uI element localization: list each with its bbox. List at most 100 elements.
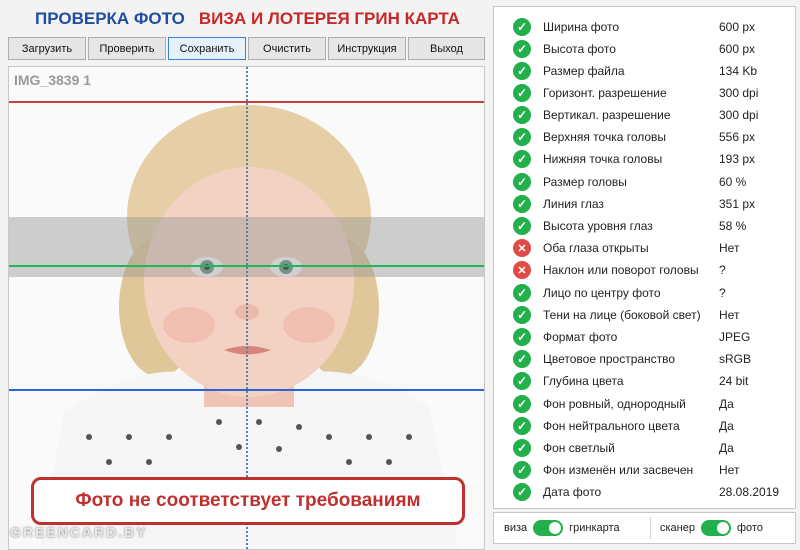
check-ok-icon: ✓ xyxy=(513,195,531,213)
check-label: Дата фото xyxy=(543,485,602,499)
toggle-label-photo: фото xyxy=(736,522,763,534)
check-row: ✓ Дата фото 28.08.2019 xyxy=(494,481,795,503)
scanner-photo-switch[interactable] xyxy=(700,520,731,536)
instructions-button[interactable]: Инструкция xyxy=(328,37,406,60)
check-value: 193 px xyxy=(719,152,756,166)
check-row: ✓ Тени на лице (боковой свет) Нет xyxy=(494,304,795,326)
check-row: ✕ Наклон или поворот головы? xyxy=(494,259,795,281)
check-label: Цветовое пространство xyxy=(543,352,676,366)
title-photo-check: ПРОВЕРКА ФОТО xyxy=(35,9,185,28)
check-row: ✓ Вертикал. разрешение 300 dpi xyxy=(494,104,795,126)
check-value: Да xyxy=(719,397,734,411)
check-label: Глубина цвета xyxy=(543,374,624,388)
check-label: Размер головы xyxy=(543,175,627,189)
check-label: Лицо по центру фото xyxy=(543,286,661,300)
check-ok-icon: ✓ xyxy=(513,173,531,191)
check-row: ✓ Размер головы 60 % xyxy=(494,171,795,193)
check-label: Верхняя точка головы xyxy=(543,130,667,144)
check-value: Да xyxy=(719,441,734,455)
check-row: ✓ Формат фото JPEG xyxy=(494,326,795,348)
check-row: ✓ Горизонт. разрешение 300 dpi xyxy=(494,82,795,104)
check-value: ? xyxy=(719,263,726,277)
switch-knob xyxy=(716,522,729,534)
check-value: 600 px xyxy=(719,20,756,34)
check-row: ✓ Высота фото 600 px xyxy=(494,38,795,60)
photo-file-name: IMG_3839 1 xyxy=(14,72,92,88)
check-row: ✓ Лицо по центру фото? xyxy=(494,282,795,304)
save-button[interactable]: Сохранить xyxy=(168,37,246,60)
photo-preview[interactable]: IMG_3839 1 Фото не соответствует требова… xyxy=(8,66,485,550)
check-row: ✓ Фон светлый Да xyxy=(494,437,795,459)
check-label: Высота уровня глаз xyxy=(543,219,653,233)
status-message: Фото не соответствует требованиям xyxy=(31,477,465,525)
check-label: Фон нейтрального цвета xyxy=(543,419,680,433)
check-label: Горизонт. разрешение xyxy=(543,86,667,100)
check-ok-icon: ✓ xyxy=(513,395,531,413)
title-visa-lottery: ВИЗА И ЛОТЕРЕЯ ГРИН КАРТА xyxy=(198,9,460,28)
check-value: Нет xyxy=(719,463,740,477)
check-ok-icon: ✓ xyxy=(513,483,531,501)
site-watermark: GREENCARD.BY xyxy=(10,524,148,540)
toolbar: Загрузить Проверить Сохранить Очистить И… xyxy=(8,37,485,60)
check-row: ✓ Нижняя точка головы 193 px xyxy=(494,148,795,170)
checks-list: ✓ Ширина фото 600 px ✓ Высота фото 600 px ✓ Р… xyxy=(493,6,796,509)
check-label: Наклон или поворот головы xyxy=(543,263,699,277)
exit-button[interactable]: Выход xyxy=(408,37,485,60)
check-row: ✓ Глубина цвета 24 bit xyxy=(494,370,795,392)
clear-button[interactable]: Очистить xyxy=(248,37,326,60)
check-value: 58 % xyxy=(719,219,747,233)
check-value: 60 % xyxy=(719,175,747,189)
check-row: ✓ Высота уровня глаз 58 % xyxy=(494,215,795,237)
load-button[interactable]: Загрузить xyxy=(8,37,86,60)
check-ok-icon: ✓ xyxy=(513,439,531,457)
toggle-label-scanner: сканер xyxy=(660,522,695,534)
visa-greencard-switch[interactable] xyxy=(533,520,564,536)
check-button[interactable]: Проверить xyxy=(88,37,166,60)
check-row: ✓ Линия глаз 351 px xyxy=(494,193,795,215)
check-ok-icon: ✓ xyxy=(513,150,531,168)
check-value: 134 Kb xyxy=(719,64,758,78)
check-value: JPEG xyxy=(719,330,751,344)
check-row: ✓ Фон ровный, однородный Да xyxy=(494,393,795,415)
scanner-photo-toggle-group: сканер фото xyxy=(660,520,763,536)
check-label: Формат фото xyxy=(543,330,618,344)
check-label: Фон ровный, однородный xyxy=(543,397,686,411)
check-value: 24 bit xyxy=(719,374,749,388)
check-value: Нет xyxy=(719,241,740,255)
check-label: Фон изменён или засвечен xyxy=(543,463,694,477)
check-value: 300 dpi xyxy=(719,86,759,100)
check-ok-icon: ✓ xyxy=(513,217,531,235)
check-ok-icon: ✓ xyxy=(513,84,531,102)
toggle-label-greencard: гринкарта xyxy=(569,522,620,534)
check-value: 600 px xyxy=(719,42,756,56)
check-ok-icon: ✓ xyxy=(513,461,531,479)
check-value: 28.08.2019 xyxy=(719,485,780,499)
check-ok-icon: ✓ xyxy=(513,18,531,36)
check-ok-icon: ✓ xyxy=(513,306,531,324)
check-row: ✓ Фон нейтрального цвета Да xyxy=(494,415,795,437)
check-value: Да xyxy=(719,419,734,433)
toggle-divider xyxy=(650,517,651,539)
switch-knob xyxy=(549,522,562,534)
check-label: Оба глаза открыты xyxy=(543,241,649,255)
check-label: Размер файла xyxy=(543,64,625,78)
check-label: Ширина фото xyxy=(543,20,620,34)
check-fail-icon: ✕ xyxy=(513,239,531,257)
mode-toggles: виза гринкарта сканер фото xyxy=(493,512,796,544)
app-title: ПРОВЕРКА ФОТО ВИЗА И ЛОТЕРЕЯ ГРИН КАРТА xyxy=(10,6,485,32)
check-ok-icon: ✓ xyxy=(513,417,531,435)
check-label: Нижняя точка головы xyxy=(543,152,663,166)
check-row: ✓ Ширина фото 600 px xyxy=(494,16,795,38)
check-row: ✓ Цветовое пространство sRGB xyxy=(494,348,795,370)
check-ok-icon: ✓ xyxy=(513,328,531,346)
visa-greencard-toggle-group: виза гринкарта xyxy=(504,520,620,536)
check-label: Вертикал. разрешение xyxy=(543,108,671,122)
check-ok-icon: ✓ xyxy=(513,372,531,390)
check-ok-icon: ✓ xyxy=(513,40,531,58)
check-row: ✓ Фон изменён или засвечен Нет xyxy=(494,459,795,481)
check-value: 351 px xyxy=(719,197,756,211)
check-value: ? xyxy=(719,286,726,300)
check-value: 556 px xyxy=(719,130,756,144)
check-label: Тени на лице (боковой свет) xyxy=(543,308,701,322)
check-value: sRGB xyxy=(719,352,752,366)
